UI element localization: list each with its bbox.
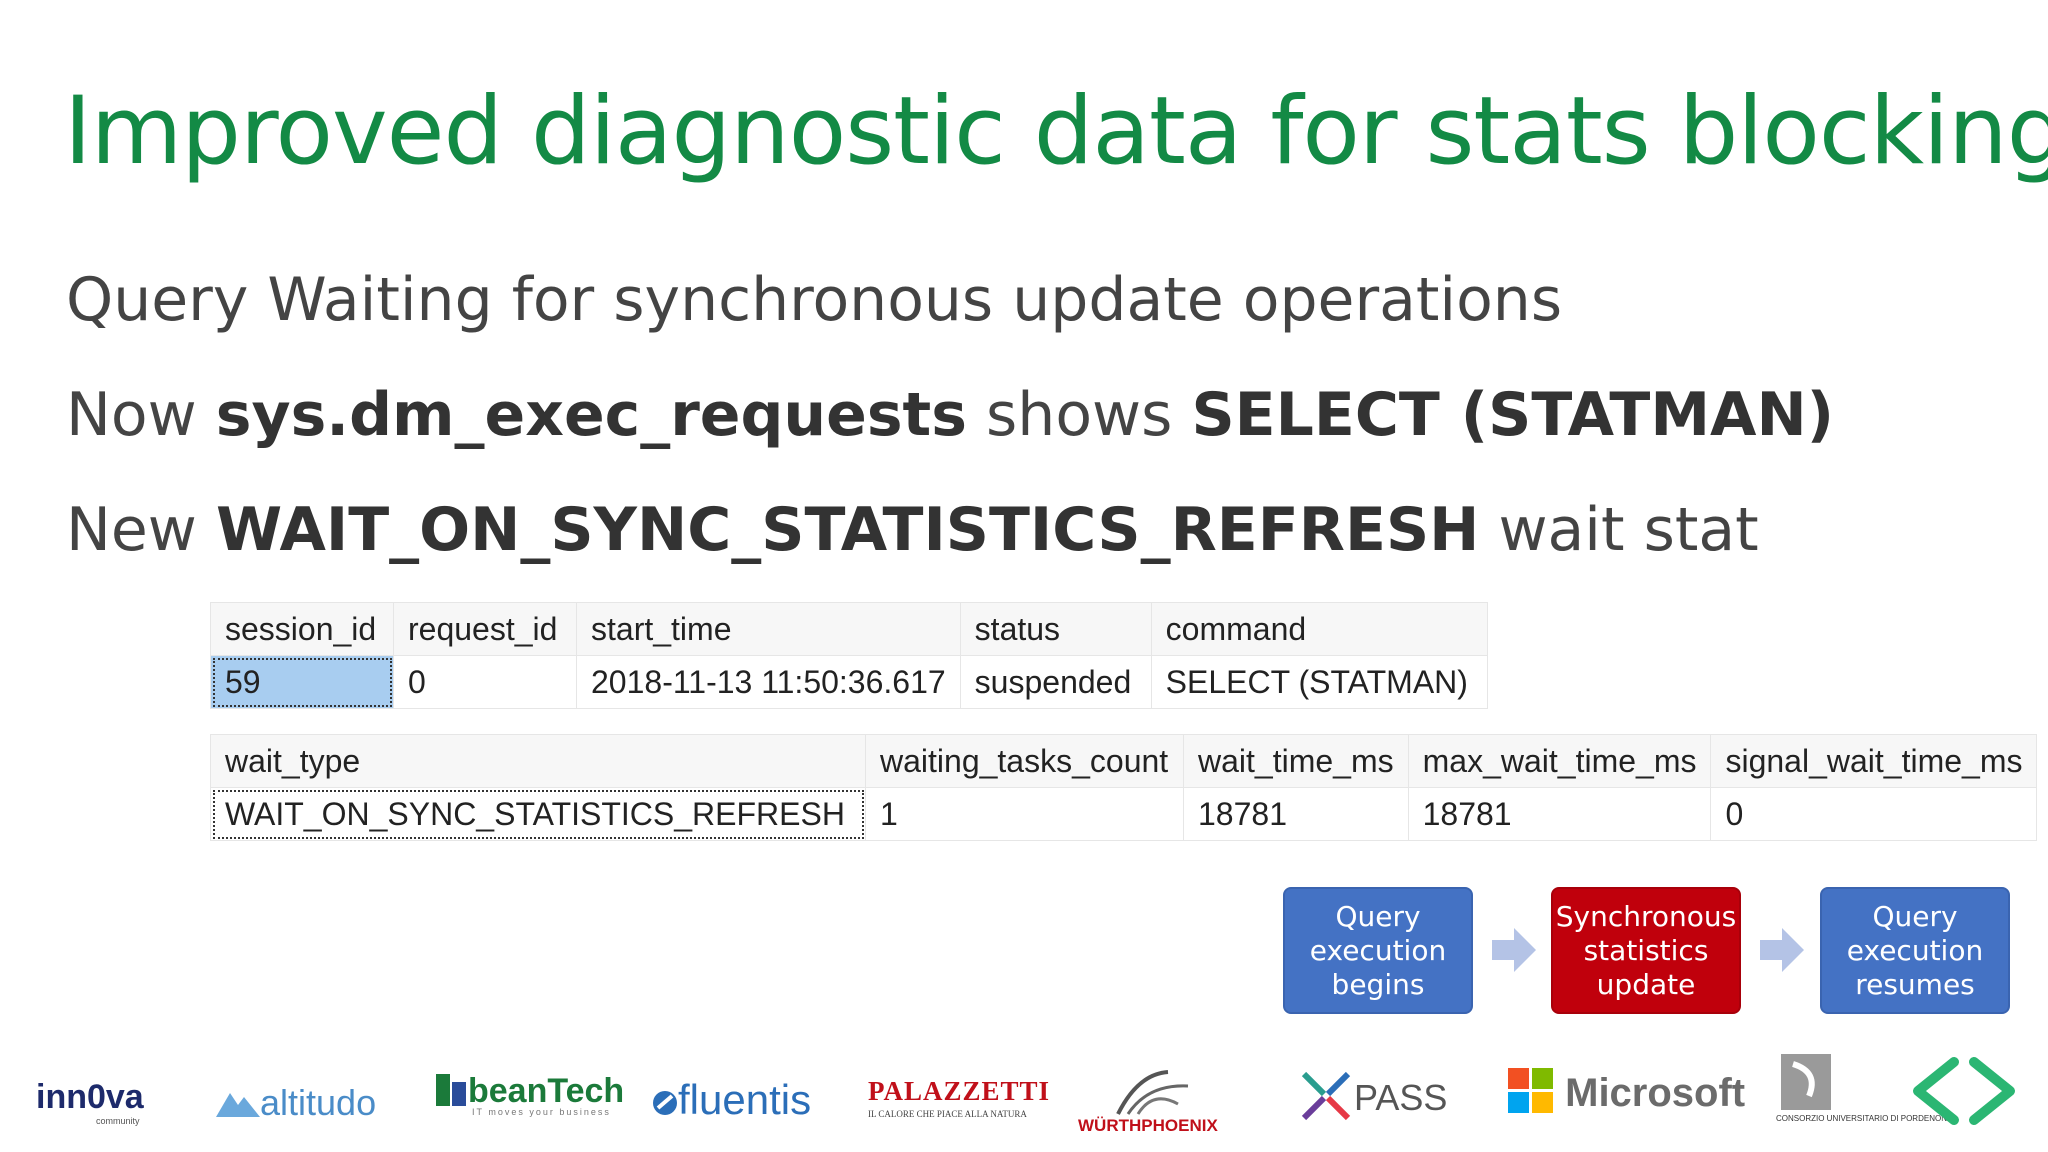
consorzio-logo: CONSORZIO UNIVERSITARIO DI PORDENONE [1776,1052,1952,1123]
bullet-text-middle: shows [966,380,1192,450]
fluentis-logo-text: fluentis [678,1076,812,1123]
flow-step-sync-stats-update: Synchronous statistics update [1551,887,1741,1014]
grid-header-row: session_id request_id start_time status … [210,602,1488,656]
grid-cell[interactable]: 1 [865,787,1184,841]
innova-logo: inn0va community [36,1078,144,1126]
grid-cell[interactable]: 18781 [1183,787,1409,841]
beantech-mark-icon [436,1074,466,1106]
pass-mark-icon [1301,1071,1351,1121]
microsoft-windows-icon [1508,1068,1553,1113]
bullet-dmv-name: sys.dm_exec_requests [215,380,967,450]
consorzio-mark-icon [1781,1054,1831,1110]
code-brackets-icon [1913,1057,2015,1125]
column-header[interactable]: status [959,602,1152,656]
grid-cell[interactable]: 0 [1710,787,2038,841]
palazzetti-logo-text: PALAZZETTI [868,1076,1051,1106]
fluentis-mark-icon [653,1091,677,1115]
right-arrow-icon [1760,928,1804,972]
right-arrow-icon [1492,928,1536,972]
column-header[interactable]: command [1150,602,1488,656]
wurth-phoenix-logo-text: WÜRTHPHOENIX [1078,1116,1218,1135]
mountain-icon [216,1093,260,1117]
table-row: WAIT_ON_SYNC_STATISTICS_REFRESH 1 18781 … [210,787,2038,841]
requests-results-grid: session_id request_id start_time status … [210,602,1488,709]
column-header[interactable]: request_id [393,602,577,656]
column-header[interactable]: start_time [576,602,961,656]
table-row: 59 0 2018-11-13 11:50:36.617 suspended S… [210,655,1488,709]
fluentis-logo: fluentis [652,1076,811,1124]
beantech-logo: beanTech IT moves your business [436,1072,624,1117]
grid-cell[interactable]: 18781 [1407,787,1712,841]
grid-cell-focused[interactable]: WAIT_ON_SYNC_STATISTICS_REFRESH [210,787,866,841]
innova-logo-text: inn0va [36,1078,144,1116]
palazzetti-logo-subtitle: IL CALORE CHE PIACE ALLA NATURA [868,1109,1027,1119]
grid-cell[interactable]: SELECT (STATMAN) [1150,655,1488,709]
slide-title: Improved diagnostic data for stats block… [64,77,2048,186]
grid-cell[interactable]: suspended [959,655,1152,709]
altitudo-logo-text: altitudo [260,1082,377,1123]
bullet-command-name: SELECT (STATMAN) [1191,380,1835,450]
code-brackets-logo [1908,1056,2020,1130]
wait-stats-results-grid: wait_type waiting_tasks_count wait_time_… [210,734,2038,841]
microsoft-logo-text: Microsoft [1565,1071,1746,1115]
column-header[interactable]: wait_time_ms [1183,734,1409,788]
altitudo-logo: altitudo [216,1082,376,1124]
bullet-text: Query Waiting for synchronous update ope… [66,265,1563,335]
column-header[interactable]: session_id [210,602,394,656]
bullet-query-waiting: Query Waiting for synchronous update ope… [66,260,1562,340]
bullet-new-wait-stat: New WAIT_ON_SYNC_STATISTICS_REFRESH wait… [66,490,1759,570]
grid-cell[interactable]: 0 [393,655,577,709]
beantech-logo-text: beanTech [468,1072,625,1110]
grid-header-row: wait_type waiting_tasks_count wait_time_… [210,734,2038,788]
bullet-text-prefix: Now [66,380,216,450]
innova-logo-subtitle: community [96,1116,140,1126]
pass-logo-text: PASS [1354,1077,1448,1118]
microsoft-logo: Microsoft [1508,1068,1745,1116]
wurth-phoenix-logo: WÜRTHPHOENIX [1078,1064,1218,1136]
palm-icon [1116,1070,1188,1115]
pass-logo: PASS [1298,1068,1447,1124]
column-header[interactable]: waiting_tasks_count [865,734,1184,788]
bullet-wait-type-name: WAIT_ON_SYNC_STATISTICS_REFRESH [215,495,1480,565]
column-header[interactable]: max_wait_time_ms [1407,734,1712,788]
bullet-dm-exec-requests: Now sys.dm_exec_requests shows SELECT (S… [66,375,1834,455]
flow-step-query-begins: Query execution begins [1283,887,1473,1014]
bullet-text-prefix: New [66,495,216,565]
column-header[interactable]: signal_wait_time_ms [1710,734,2038,788]
palazzetti-logo: PALAZZETTI IL CALORE CHE PIACE ALLA NATU… [868,1076,1050,1119]
column-header[interactable]: wait_type [210,734,866,788]
grid-cell[interactable]: 2018-11-13 11:50:36.617 [576,655,961,709]
bullet-text-suffix: wait stat [1479,495,1759,565]
flow-step-query-resumes: Query execution resumes [1820,887,2010,1014]
grid-cell-selected[interactable]: 59 [210,655,394,709]
beantech-logo-subtitle: IT moves your business [472,1107,611,1117]
